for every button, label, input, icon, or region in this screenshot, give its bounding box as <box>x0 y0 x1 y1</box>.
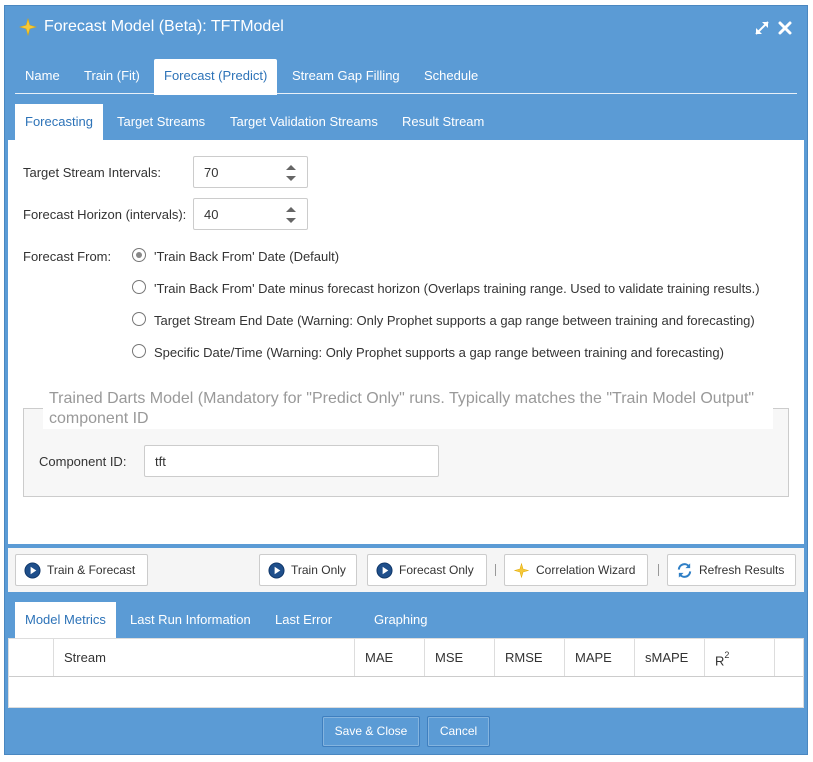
dialog-title: Forecast Model (Beta): TFTModel <box>44 18 284 35</box>
spinner-arrows-icon[interactable] <box>285 163 297 183</box>
sparkle-icon <box>513 562 530 579</box>
radio-label-train-back-minus-horizon: 'Train Back From' Date minus forecast ho… <box>154 281 760 296</box>
train-forecast-label: Train & Forecast <box>47 563 136 577</box>
model-metrics-table: Stream MAE MSE RMSE MAPE sMAPE R2 <box>8 638 804 708</box>
tab-forecast-predict[interactable]: Forecast (Predict) <box>154 59 277 95</box>
train-only-button[interactable]: Train Only <box>259 554 357 586</box>
forecast-only-label: Forecast Only <box>399 563 474 577</box>
forecast-sub-tabs: Forecasting Target Streams Target Valida… <box>15 104 797 141</box>
column-header-mae[interactable]: MAE <box>355 639 425 676</box>
r-squared-exponent: 2 <box>724 650 730 660</box>
tab-target-streams[interactable]: Target Streams <box>107 104 215 141</box>
train-only-label: Train Only <box>291 563 346 577</box>
horizon-label: Forecast Horizon (intervals): <box>23 207 187 222</box>
maximize-icon[interactable] <box>753 19 771 37</box>
dialog-titlebar[interactable]: Forecast Model (Beta): TFTModel <box>5 6 807 50</box>
tab-result-stream[interactable]: Result Stream <box>392 104 494 141</box>
refresh-icon <box>677 563 692 578</box>
tab-target-validation-streams[interactable]: Target Validation Streams <box>220 104 388 141</box>
column-header-stream[interactable]: Stream <box>54 639 355 676</box>
close-icon[interactable] <box>776 19 794 37</box>
play-icon <box>268 562 285 579</box>
tab-last-error[interactable]: Last Error <box>265 602 342 639</box>
r-squared-base: R <box>715 653 725 669</box>
column-header-rmse[interactable]: RMSE <box>495 639 565 676</box>
tab-name[interactable]: Name <box>15 59 70 95</box>
tab-graphing[interactable]: Graphing <box>364 602 437 639</box>
component-id-input[interactable]: tft <box>144 445 439 477</box>
tab-train-fit[interactable]: Train (Fit) <box>74 59 150 95</box>
play-icon <box>376 562 393 579</box>
main-tabs: Name Train (Fit) Forecast (Predict) Stre… <box>15 59 797 95</box>
target-intervals-stepper[interactable]: 70 <box>193 156 308 188</box>
toolbar-separator <box>658 564 659 576</box>
radio-train-back-from[interactable] <box>132 248 146 262</box>
tab-stream-gap-filling[interactable]: Stream Gap Filling <box>282 59 410 95</box>
refresh-results-button[interactable]: Refresh Results <box>667 554 796 586</box>
correlation-wizard-button[interactable]: Correlation Wizard <box>504 554 648 586</box>
radio-label-specific-datetime: Specific Date/Time (Warning: Only Prophe… <box>154 345 724 360</box>
trained-model-legend: Trained Darts Model (Mandatory for "Pred… <box>43 389 773 429</box>
radio-label-train-back-from: 'Train Back From' Date (Default) <box>154 249 340 264</box>
play-icon <box>24 562 41 579</box>
forecast-only-button[interactable]: Forecast Only <box>367 554 487 586</box>
cancel-button[interactable]: Cancel <box>427 716 490 747</box>
forecast-model-dialog: Forecast Model (Beta): TFTModel Name Tra… <box>4 5 808 755</box>
component-id-label: Component ID: <box>39 454 127 469</box>
target-intervals-label: Target Stream Intervals: <box>23 165 161 180</box>
column-header-selector[interactable] <box>9 639 54 676</box>
forecasting-panel: Target Stream Intervals: 70 Forecast Hor… <box>8 140 804 544</box>
action-toolbar: Train & Forecast Train Only Forecast Onl… <box>8 548 804 592</box>
toolbar-separator <box>495 564 496 576</box>
column-header-r-squared[interactable]: R2 <box>705 639 775 676</box>
column-header-mse[interactable]: MSE <box>425 639 495 676</box>
train-forecast-button[interactable]: Train & Forecast <box>15 554 148 586</box>
horizon-stepper[interactable]: 40 <box>193 198 308 230</box>
dialog-footer: Save & Close Cancel <box>5 709 807 755</box>
forecast-from-label: Forecast From: <box>23 249 112 264</box>
correlation-wizard-label: Correlation Wizard <box>536 563 636 577</box>
radio-label-target-stream-end: Target Stream End Date (Warning: Only Pr… <box>154 313 755 328</box>
radio-train-back-minus-horizon[interactable] <box>132 280 146 294</box>
sparkle-icon <box>19 18 37 36</box>
refresh-results-label: Refresh Results <box>699 563 785 577</box>
result-tabs: Model Metrics Last Run Information Last … <box>15 602 797 639</box>
column-header-smape[interactable]: sMAPE <box>635 639 705 676</box>
tab-forecasting[interactable]: Forecasting <box>15 104 103 141</box>
column-header-mape[interactable]: MAPE <box>565 639 635 676</box>
radio-specific-datetime[interactable] <box>132 344 146 358</box>
table-header: Stream MAE MSE RMSE MAPE sMAPE R2 <box>9 639 803 677</box>
radio-target-stream-end[interactable] <box>132 312 146 326</box>
tab-model-metrics[interactable]: Model Metrics <box>15 602 116 639</box>
spinner-arrows-icon[interactable] <box>285 205 297 225</box>
target-intervals-value: 70 <box>204 165 219 180</box>
horizon-value: 40 <box>204 207 219 222</box>
component-id-value: tft <box>155 454 166 469</box>
tab-last-run-information[interactable]: Last Run Information <box>120 602 261 639</box>
save-close-button[interactable]: Save & Close <box>322 716 420 747</box>
tab-schedule[interactable]: Schedule <box>414 59 488 95</box>
